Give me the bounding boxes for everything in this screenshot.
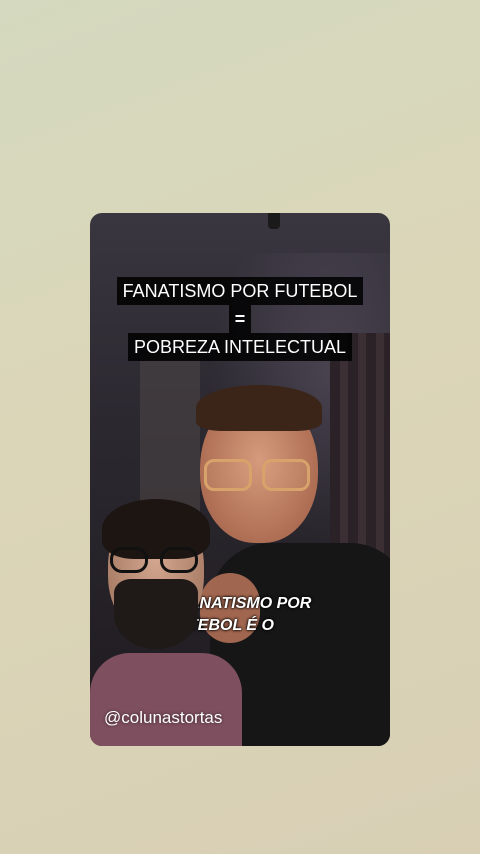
- caption-line-2: =: [228, 305, 252, 333]
- video-card[interactable]: FANATISMO POR FUTEBOL = POBREZA INTELECT…: [90, 213, 390, 746]
- reactor-glasses: [110, 547, 202, 573]
- reactor-beard: [114, 579, 198, 649]
- main-speaker-hair: [196, 385, 322, 431]
- caption-line-1: FANATISMO POR FUTEBOL: [116, 277, 364, 305]
- ceiling-light: [268, 213, 280, 229]
- creator-handle[interactable]: @colunastortas: [104, 708, 222, 728]
- main-speaker-glasses: [204, 459, 314, 491]
- video-caption: FANATISMO POR FUTEBOL = POBREZA INTELECT…: [90, 277, 390, 361]
- caption-line-3: POBREZA INTELECTUAL: [127, 333, 353, 361]
- reactor-shirt: [90, 653, 242, 746]
